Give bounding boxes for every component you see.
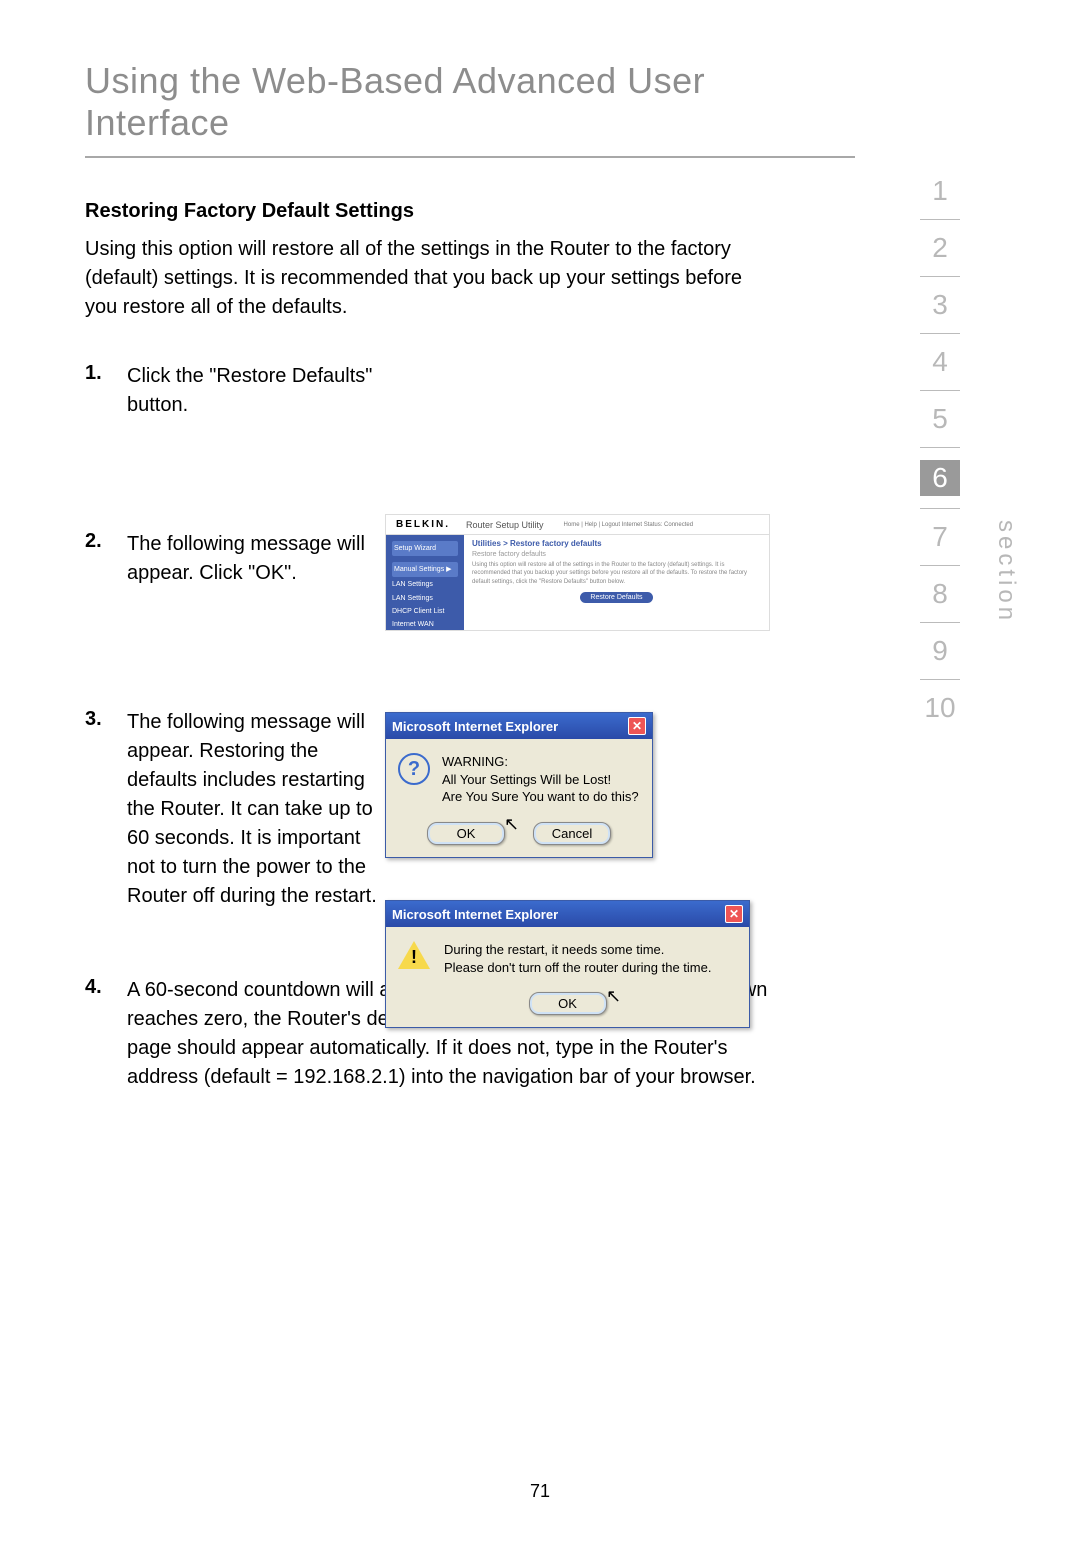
belkin-logo: BELKIN. <box>396 519 456 530</box>
warning-line1: All Your Settings Will be Lost! <box>442 771 639 789</box>
step-number: 4. <box>85 976 127 1092</box>
restart-line1: During the restart, it needs some time. <box>444 941 711 959</box>
nav-2[interactable]: 2 <box>920 232 960 264</box>
cursor-icon: ↖ <box>504 814 519 835</box>
sidebar-lan2[interactable]: LAN Settings <box>392 593 458 604</box>
panel-subtitle: Restore factory defaults <box>472 551 761 558</box>
step-text: Click the "Restore Defaults" button. <box>127 362 387 420</box>
cursor-icon: ↖ <box>606 986 621 1007</box>
dialog-message: During the restart, it needs some time. … <box>444 941 711 976</box>
panel-description: Using this option will restore all of th… <box>472 561 761 586</box>
intro-paragraph: Using this option will restore all of th… <box>85 235 770 322</box>
section-nav: 1 2 3 4 5 6 7 8 9 10 <box>920 175 960 724</box>
sidebar-wan[interactable]: Internet WAN <box>392 619 458 630</box>
close-icon[interactable]: ✕ <box>628 717 646 735</box>
restart-dialog: Microsoft Internet Explorer ✕ ! During t… <box>385 900 750 1028</box>
nav-4[interactable]: 4 <box>920 346 960 378</box>
page-number: 71 <box>0 1481 1080 1502</box>
nav-6[interactable]: 6 <box>920 460 960 496</box>
warning-line2: Are You Sure You want to do this? <box>442 788 639 806</box>
nav-1[interactable]: 1 <box>920 175 960 207</box>
router-utility-screenshot: BELKIN. Router Setup Utility Home | Help… <box>385 514 770 631</box>
subheading: Restoring Factory Default Settings <box>85 200 770 223</box>
step-number: 3. <box>85 708 127 911</box>
breadcrumb: Utilities > Restore factory defaults <box>472 539 761 548</box>
utility-links: Home | Help | Logout Internet Status: Co… <box>564 522 694 528</box>
question-icon: ? <box>398 753 430 785</box>
sidebar-manual-settings[interactable]: Manual Settings ▶ <box>392 562 458 577</box>
confirm-dialog: Microsoft Internet Explorer ✕ ? WARNING:… <box>385 712 653 858</box>
restore-defaults-button[interactable]: Restore Defaults <box>580 592 652 603</box>
dialog-message: WARNING: All Your Settings Will be Lost!… <box>442 753 639 806</box>
step-text: The following message will appear. Resto… <box>127 708 387 911</box>
sidebar-dhcp[interactable]: DHCP Client List <box>392 606 458 617</box>
warning-label: WARNING: <box>442 753 639 771</box>
close-icon[interactable]: ✕ <box>725 905 743 923</box>
cancel-button[interactable]: Cancel <box>533 822 611 845</box>
content-area: Restoring Factory Default Settings Using… <box>85 200 770 1132</box>
section-label: section <box>992 520 1020 624</box>
step-number: 1. <box>85 362 127 420</box>
nav-10[interactable]: 10 <box>920 692 960 724</box>
step-text: The following message will appear. Click… <box>127 530 387 588</box>
nav-8[interactable]: 8 <box>920 578 960 610</box>
ok-button[interactable]: OK <box>529 992 607 1015</box>
dialog-title: Microsoft Internet Explorer <box>392 907 558 922</box>
nav-3[interactable]: 3 <box>920 289 960 321</box>
sidebar-lan[interactable]: LAN Settings <box>392 579 458 590</box>
step-number: 2. <box>85 530 127 588</box>
nav-5[interactable]: 5 <box>920 403 960 435</box>
warning-icon: ! <box>398 941 430 976</box>
nav-7[interactable]: 7 <box>920 521 960 553</box>
nav-9[interactable]: 9 <box>920 635 960 667</box>
ok-button[interactable]: OK <box>427 822 505 845</box>
step-1: 1. Click the "Restore Defaults" button. <box>85 362 770 420</box>
page-title: Using the Web-Based Advanced User Interf… <box>85 60 855 158</box>
restart-line2: Please don't turn off the router during … <box>444 959 711 977</box>
utility-sidebar: Setup Wizard Manual Settings ▶ LAN Setti… <box>386 535 464 630</box>
dialog-title: Microsoft Internet Explorer <box>392 719 558 734</box>
sidebar-setup-wizard[interactable]: Setup Wizard <box>392 541 458 556</box>
steps-list: 1. Click the "Restore Defaults" button. … <box>85 362 770 1092</box>
utility-title: Router Setup Utility <box>466 520 544 530</box>
